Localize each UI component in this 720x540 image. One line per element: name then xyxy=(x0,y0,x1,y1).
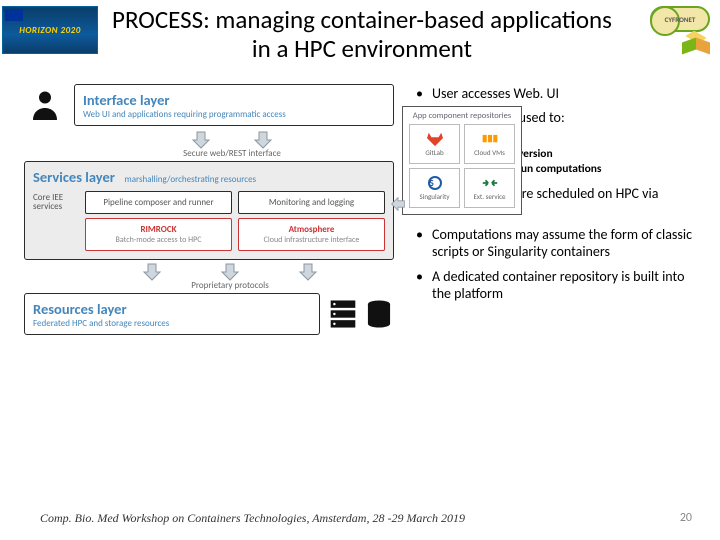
cyfronet-logo-group: CYFRONET xyxy=(626,6,710,58)
user-icon xyxy=(24,84,66,126)
services-layer-subtitle: marshalling/orchestrating resources xyxy=(125,174,257,185)
database-icon xyxy=(364,298,394,330)
app-repo-arrow xyxy=(390,196,406,214)
interface-layer-title: Interface layer xyxy=(83,91,170,109)
core-iee-label: Core IEE services xyxy=(33,191,79,214)
monitoring-box: Monitoring and logging xyxy=(238,191,385,214)
secure-interface-label: Secure web/REST interface xyxy=(70,148,394,159)
slide-title: PROCESS: managing container-based applic… xyxy=(98,6,626,64)
architecture-diagram: Interface layer Web UI and applications … xyxy=(24,84,394,336)
down-arrow-icon xyxy=(219,262,241,282)
down-arrow-icon xyxy=(252,130,274,150)
ext-service-icon xyxy=(481,175,499,191)
arrow-row-1 xyxy=(70,130,394,150)
services-layer-title: Services layer xyxy=(33,168,115,186)
resources-layer-box: Resources layer Federated HPC and storag… xyxy=(24,293,320,335)
app-repo-box: App component repositories GitLab Cloud … xyxy=(402,106,522,215)
slide-footer: Comp. Bio. Med Workshop on Containers Te… xyxy=(0,511,720,526)
bullet-4: Computations may assume the form of clas… xyxy=(412,227,700,261)
repo-cloudvms: Cloud VMs xyxy=(464,124,515,164)
services-layer-box: Services layer marshalling/orchestrating… xyxy=(24,161,394,260)
interface-layer-box: Interface layer Web UI and applications … xyxy=(74,84,394,126)
aws-cloud-icon xyxy=(481,131,499,147)
down-arrow-icon xyxy=(141,262,163,282)
bullet-1: User accesses Web. UI xyxy=(412,86,700,103)
resources-row: Resources layer Federated HPC and storag… xyxy=(24,293,394,335)
horizon2020-logo: HORIZON 2020 xyxy=(2,6,98,54)
down-arrow-icon xyxy=(190,130,212,150)
h2020-text: HORIZON 2020 xyxy=(19,25,81,36)
footer-text: Comp. Bio. Med Workshop on Containers Te… xyxy=(40,511,465,526)
resources-layer-title: Resources layer xyxy=(33,300,127,318)
resources-layer-subtitle: Federated HPC and storage resources xyxy=(33,319,311,328)
arrow-row-2 xyxy=(66,262,394,282)
pipeline-box: Pipeline composer and runner xyxy=(85,191,232,214)
repo-gitlab: GitLab xyxy=(409,124,460,164)
app-repo-title: App component repositories xyxy=(409,111,515,121)
page-number: 20 xyxy=(680,511,692,526)
proprietary-label: Proprietary protocols xyxy=(66,280,394,291)
singularity-icon: S xyxy=(426,175,444,191)
rimrock-box: RIMROCKBatch-mode access to HPC xyxy=(85,218,232,251)
server-rack-icon xyxy=(328,298,358,330)
dice-cube-icon xyxy=(682,34,710,58)
eu-flag-icon xyxy=(5,9,23,21)
bullet-5: A dedicated container repository is buil… xyxy=(412,269,700,303)
atmosphere-box: AtmosphereCloud infrastructure interface xyxy=(238,218,385,251)
gitlab-icon xyxy=(426,131,444,147)
repo-singularity: SSingularity xyxy=(409,168,460,208)
slide-content: Interface layer Web UI and applications … xyxy=(0,64,720,336)
repo-ext-service: Ext. service xyxy=(464,168,515,208)
slide-header: HORIZON 2020 PROCESS: managing container… xyxy=(0,0,720,64)
interface-layer-subtitle: Web UI and applications requiring progra… xyxy=(83,110,385,119)
down-arrow-icon xyxy=(297,262,319,282)
cyfronet-badge: CYFRONET xyxy=(650,6,710,32)
hardware-icons xyxy=(328,298,394,330)
